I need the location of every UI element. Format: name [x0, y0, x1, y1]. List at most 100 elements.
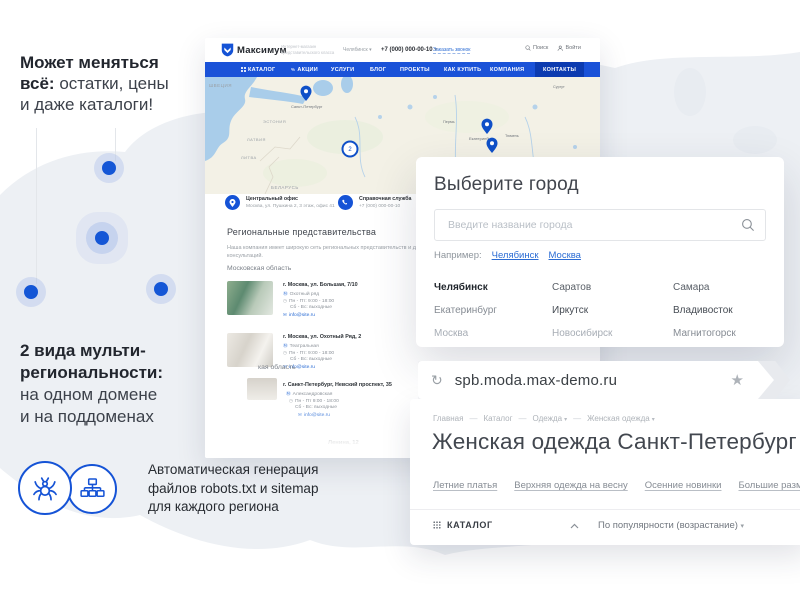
- breadcrumb-separator: —: [519, 414, 527, 423]
- blurb-line: Может меняться: [20, 53, 159, 72]
- nav-item-company[interactable]: КОМПАНИЯ: [490, 62, 524, 77]
- catalog-page-card: Главная—Каталог—Одежда▾—Женская одежда▾ …: [410, 399, 800, 545]
- map-label-lithuania: ЛИТВА: [241, 155, 257, 160]
- support-phone-badge: [338, 195, 353, 210]
- hint-label: Например:: [434, 250, 482, 261]
- breadcrumb-catalog[interactable]: Каталог: [483, 414, 512, 423]
- breadcrumb-clothes[interactable]: Одежда: [533, 414, 563, 423]
- map-label-tyumen: Тюмень: [505, 134, 519, 138]
- nav-item-promos[interactable]: % АКЦИИ: [291, 62, 318, 77]
- url-text[interactable]: spb.moda.max-demo.ru: [455, 372, 617, 389]
- chevron-down-icon: ▾: [652, 417, 655, 423]
- metro-icon: Ⓜ: [283, 291, 288, 297]
- breadcrumb-women[interactable]: Женская одежда: [587, 414, 650, 423]
- modal-title: Выберите город: [434, 174, 766, 196]
- nav-item-blog[interactable]: БЛОГ: [370, 62, 386, 77]
- location-ring-marker: [154, 282, 168, 296]
- refresh-icon[interactable]: ↻: [431, 372, 443, 389]
- site-logo-icon: [221, 43, 234, 57]
- breadcrumb-home[interactable]: Главная: [433, 414, 463, 423]
- hint-link-chelyabinsk[interactable]: Челябинск: [492, 250, 539, 261]
- support-phone[interactable]: +7 (000) 000-00-10: [359, 204, 400, 209]
- support-label: Справочная служба: [359, 196, 412, 202]
- city-search-input[interactable]: [434, 209, 766, 241]
- store-metro: Александровская: [293, 392, 333, 397]
- map-label-latvia: ЛАТВИЯ: [247, 137, 266, 142]
- blurb-line-bold: региональности:: [20, 363, 163, 382]
- collapse-caret-icon[interactable]: [570, 523, 579, 529]
- map-label-sweden: ШВЕЦИЯ: [209, 83, 232, 88]
- store-photo: [247, 378, 277, 400]
- hint-link-moscow[interactable]: Москва: [549, 250, 581, 261]
- grid-icon: [241, 67, 246, 72]
- site-search-button[interactable]: Поиск: [525, 45, 548, 51]
- blurb-changeable: Может меняться всё: остатки, цены и даже…: [20, 52, 169, 115]
- map-label-perm: Пермь: [443, 120, 455, 124]
- site-phone[interactable]: +7 (000) 000-00-10 ▾: [381, 46, 437, 53]
- city-option[interactable]: Новосибирск: [552, 328, 673, 339]
- page-title: Женская одежда Санкт-Петербург: [432, 429, 797, 455]
- connector-line: [115, 128, 116, 161]
- office-label: Центральный офис: [246, 196, 298, 202]
- blurb-line: на одном домене: [20, 385, 157, 404]
- city-option[interactable]: Иркутск: [552, 305, 673, 316]
- store-address[interactable]: г. Москва, ул. Охотный Ряд, 2: [283, 334, 361, 340]
- search-icon: [525, 45, 531, 51]
- phone-icon: [342, 199, 349, 206]
- city-option[interactable]: Магнитогорск: [673, 328, 766, 339]
- bookmark-star-icon[interactable]: ★: [731, 371, 744, 389]
- map-label-spb: Санкт-Петербург: [291, 104, 323, 109]
- divider: [410, 509, 800, 510]
- store-address[interactable]: г. Санкт-Петербург, Невский проспект, 35: [283, 382, 392, 388]
- store-hours: Пн - Пт: 9:00 - 18:00: [289, 351, 334, 356]
- store-hours2: Сб - Вс: выходные: [290, 357, 332, 362]
- tag-link[interactable]: Летние платья: [433, 480, 497, 491]
- store-address[interactable]: г. Москва, ул. Большая, 7/10: [283, 282, 358, 288]
- site-logo-text[interactable]: Максимум: [237, 45, 287, 56]
- city-option[interactable]: Москва: [434, 328, 552, 339]
- site-login-button[interactable]: Войти: [557, 45, 581, 52]
- blurb-line-bold: 2 вида мульти-: [20, 341, 146, 360]
- nav-item-catalog[interactable]: КАТАЛОГ: [241, 62, 275, 77]
- store-email[interactable]: info@site.ru: [289, 313, 315, 318]
- sitemap-feature-badge: [67, 464, 117, 514]
- search-icon[interactable]: [741, 218, 755, 232]
- city-grid: Челябинск Екатеринбург Москва Саратов Ир…: [434, 276, 766, 345]
- location-ring-marker: [24, 285, 38, 299]
- city-option[interactable]: Челябинск: [434, 282, 552, 293]
- region-label-moscow: Московская область: [227, 265, 291, 272]
- store-metro: Охотный ряд: [290, 292, 319, 297]
- city-option[interactable]: Саратов: [552, 282, 673, 293]
- city-option[interactable]: Самара: [673, 282, 766, 293]
- chevron-down-icon: ▾: [369, 47, 372, 53]
- clock-icon: ◷: [289, 398, 293, 404]
- url-bar[interactable]: ↻ spb.moda.max-demo.ru ★: [418, 361, 774, 399]
- map-cluster-marker[interactable]: 2: [343, 142, 358, 157]
- site-city-selector[interactable]: Челябинск ▾: [343, 47, 372, 53]
- tag-link[interactable]: Большие размеры: [738, 480, 800, 491]
- city-option[interactable]: Владивосток: [673, 305, 766, 316]
- promo-icon: %: [291, 67, 295, 72]
- nav-item-projects[interactable]: ПРОЕКТЫ: [400, 62, 430, 77]
- nav-item-services[interactable]: УСЛУГИ: [331, 62, 354, 77]
- callback-link[interactable]: Заказать звонок: [433, 47, 470, 54]
- blurb-multiregion: 2 вида мульти- региональности: на одном …: [20, 340, 163, 428]
- browser-url-bar: ↻ spb.moda.max-demo.ru ★: [418, 361, 790, 399]
- tag-links: Летние платья Верхняя одежда на весну Осен…: [433, 480, 800, 491]
- city-option[interactable]: Екатеринбург: [434, 305, 552, 316]
- catalog-toggle[interactable]: КАТАЛОГ: [433, 520, 493, 530]
- office-address: Москва, ул. Пушкина 2, 3 этаж, офис 41: [246, 204, 335, 209]
- tag-link[interactable]: Осенние новинки: [645, 480, 722, 491]
- catalog-label: КАТАЛОГ: [447, 520, 493, 530]
- store-metro: Театральная: [290, 344, 319, 349]
- sort-dropdown[interactable]: По популярности (возрастание) ▾: [598, 520, 744, 531]
- tag-link[interactable]: Верхняя одежда на весну: [514, 480, 627, 491]
- nav-item-how-to-buy[interactable]: КАК КУПИТЬ: [444, 62, 481, 77]
- breadcrumb-separator: —: [469, 414, 477, 423]
- blurb-line-bold: всё:: [20, 74, 55, 93]
- store-hours2: Сб - Вс: выходные: [290, 305, 332, 310]
- nav-item-contacts[interactable]: КОНТАКТЫ: [535, 62, 584, 77]
- site-nav: КАТАЛОГ % АКЦИИ УСЛУГИ БЛОГ ПРОЕКТЫ КАК …: [205, 62, 600, 77]
- mail-icon: ✉: [283, 312, 287, 318]
- map-label-estonia: ЭСТОНИЯ: [263, 119, 286, 124]
